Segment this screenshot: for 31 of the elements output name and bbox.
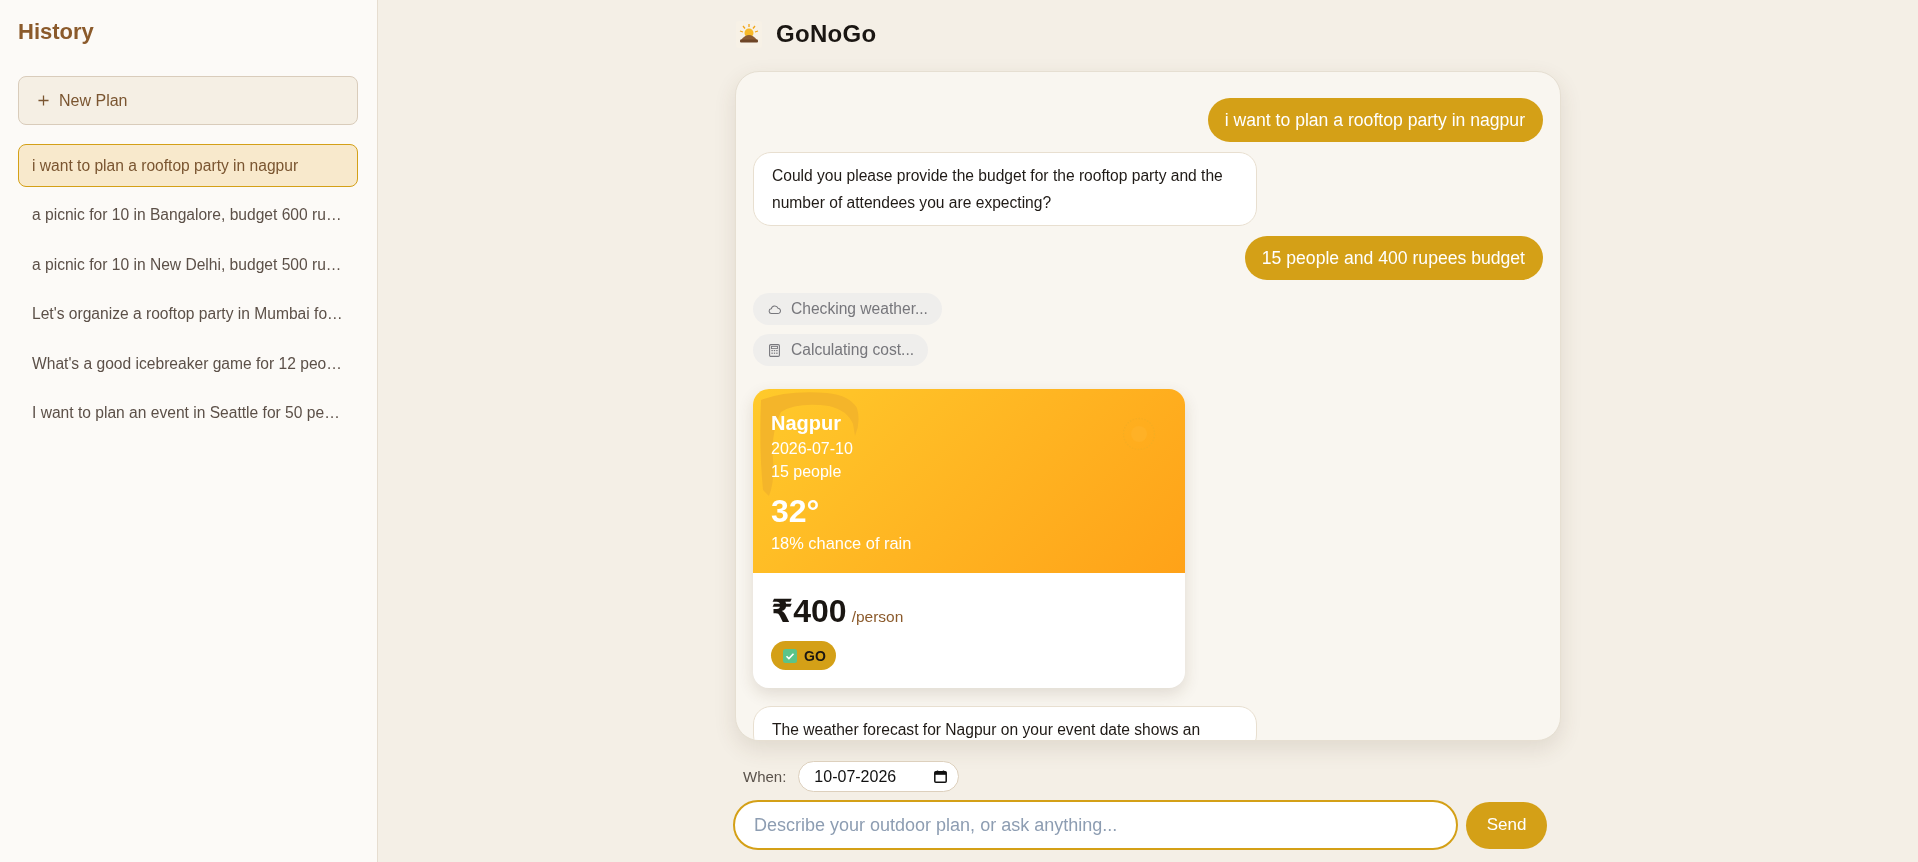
event-date: 2026-07-10 xyxy=(771,438,853,459)
history-item[interactable]: i want to plan a rooftop party in nagpur xyxy=(18,144,358,187)
history-item[interactable]: a picnic for 10 in New Delhi, budget 500 ru… xyxy=(18,243,358,286)
check-icon xyxy=(783,648,797,663)
people-count: 15 people xyxy=(771,461,842,482)
cloud-icon xyxy=(768,302,781,316)
history-item[interactable]: Let's organize a rooftop party in Mumbai fo… xyxy=(18,292,358,336)
user-message: i want to plan a rooftop party in nagpur xyxy=(1207,98,1543,142)
verdict-label: GO xyxy=(804,647,826,664)
rain-chance: 18% chance of rain xyxy=(771,533,912,554)
new-plan-button[interactable]: New Plan xyxy=(18,76,358,125)
status-label: Calculating cost... xyxy=(791,341,915,359)
city-name: Nagpur xyxy=(771,411,841,435)
app-title: GoNoGo xyxy=(776,20,877,48)
temperature: 32° xyxy=(771,493,820,529)
message-input[interactable]: Describe your outdoor plan, or ask anything... xyxy=(733,800,1458,850)
history-item[interactable]: a picnic for 10 in Bangalore, budget 600 ru… xyxy=(18,193,358,237)
history-title: History xyxy=(18,19,95,45)
price: ₹400 xyxy=(771,592,847,630)
calendar-icon[interactable] xyxy=(934,770,948,783)
calculator-icon xyxy=(768,343,781,357)
assistant-message: Could you please provide the budget for the rooftop party and the number of attendees you are expecting? xyxy=(753,152,1257,226)
date-field[interactable]: 10-07-2026 xyxy=(798,761,960,792)
history-item[interactable]: I want to plan an event in Seattle for 50 pe… xyxy=(18,391,358,435)
price-unit: /person xyxy=(851,608,904,626)
history-item[interactable]: What's a good icebreaker game for 12 peo… xyxy=(18,342,358,385)
date-label: When: xyxy=(743,768,787,785)
assistant-message: The weather forecast for Nagpur on your event date shows an xyxy=(753,706,1257,740)
status-label: Checking weather... xyxy=(791,300,928,318)
plus-icon xyxy=(38,95,49,106)
user-message: 15 people and 400 rupees budget xyxy=(1244,236,1543,280)
